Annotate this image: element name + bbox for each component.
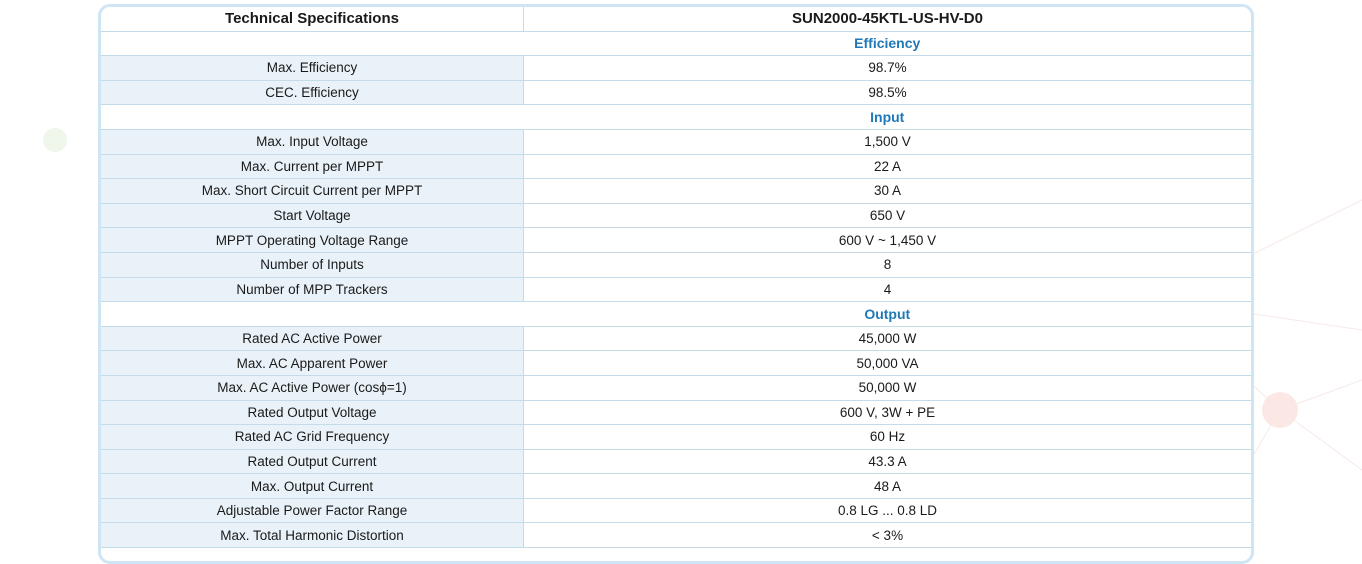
section-title: Efficiency	[523, 31, 1251, 57]
table-row: Max. Efficiency 98.7%	[101, 55, 1251, 81]
spec-label: Start Voltage	[101, 203, 524, 229]
spec-value: 600 V, 3W + PE	[523, 400, 1251, 426]
table-row: Max. Current per MPPT 22 A	[101, 154, 1251, 180]
spec-value: 50,000 VA	[523, 350, 1251, 376]
spec-value: < 3%	[523, 522, 1251, 549]
spec-value: 45,000 W	[523, 326, 1251, 352]
table-row: Max. Total Harmonic Distortion < 3%	[101, 522, 1251, 549]
table-row: Number of Inputs 8	[101, 252, 1251, 278]
spec-value: 4	[523, 277, 1251, 303]
spec-label: Max. Output Current	[101, 473, 524, 499]
spec-label: Max. Efficiency	[101, 55, 524, 81]
table-row: Max. Input Voltage 1,500 V	[101, 129, 1251, 155]
spec-label: Max. Short Circuit Current per MPPT	[101, 178, 524, 204]
section-spacer-cell	[101, 31, 524, 57]
spec-label: Max. Total Harmonic Distortion	[101, 522, 524, 549]
spec-table-container: Technical Specifications SUN2000-45KTL-U…	[98, 4, 1254, 564]
table-row: Rated Output Current 43.3 A	[101, 449, 1251, 475]
spec-label: Adjustable Power Factor Range	[101, 498, 524, 524]
table-row: MPPT Operating Voltage Range 600 V ~ 1,45…	[101, 227, 1251, 253]
spec-value: 22 A	[523, 154, 1251, 180]
spec-label: Number of MPP Trackers	[101, 277, 524, 303]
table-row: Number of MPP Trackers 4	[101, 277, 1251, 303]
table-row: Max. Short Circuit Current per MPPT 30 A	[101, 178, 1251, 204]
spec-value: 1,500 V	[523, 129, 1251, 155]
spec-label: Rated Output Current	[101, 449, 524, 475]
spec-label: Max. Current per MPPT	[101, 154, 524, 180]
spec-value: 50,000 W	[523, 375, 1251, 401]
section-spacer-cell	[101, 104, 524, 130]
spec-label: Rated Output Voltage	[101, 400, 524, 426]
section-title: Output	[523, 301, 1251, 327]
section-header-row: Input	[101, 104, 1251, 130]
spec-label: CEC. Efficiency	[101, 80, 524, 106]
spec-label: Max. AC Apparent Power	[101, 350, 524, 376]
spec-value: 48 A	[523, 473, 1251, 499]
spec-value: 98.5%	[523, 80, 1251, 106]
table-row: Max. AC Active Power (cosϕ=1) 50,000 W	[101, 375, 1251, 401]
spec-label: Rated AC Grid Frequency	[101, 424, 524, 450]
table-header-row: Technical Specifications SUN2000-45KTL-U…	[101, 7, 1251, 32]
header-model-cell: SUN2000-45KTL-US-HV-D0	[523, 7, 1251, 32]
section-header-row: Efficiency	[101, 31, 1251, 57]
spec-value: 650 V	[523, 203, 1251, 229]
header-label-cell: Technical Specifications	[101, 7, 524, 32]
spec-value: 43.3 A	[523, 449, 1251, 475]
section-title: Input	[523, 104, 1251, 130]
spec-label: MPPT Operating Voltage Range	[101, 227, 524, 253]
table-row: Rated AC Active Power 45,000 W	[101, 326, 1251, 352]
spec-value: 98.7%	[523, 55, 1251, 81]
table-row: Rated Output Voltage 600 V, 3W + PE	[101, 400, 1251, 426]
spec-label: Rated AC Active Power	[101, 326, 524, 352]
spec-label: Max. Input Voltage	[101, 129, 524, 155]
section-spacer-cell	[101, 301, 524, 327]
table-row: Max. Output Current 48 A	[101, 473, 1251, 499]
table-row: CEC. Efficiency 98.5%	[101, 80, 1251, 106]
table-row: Max. AC Apparent Power 50,000 VA	[101, 350, 1251, 376]
table-row: Start Voltage 650 V	[101, 203, 1251, 229]
section-header-row: Output	[101, 301, 1251, 327]
table-row: Rated AC Grid Frequency 60 Hz	[101, 424, 1251, 450]
spec-table: Technical Specifications SUN2000-45KTL-U…	[101, 7, 1251, 549]
spec-value: 60 Hz	[523, 424, 1251, 450]
spec-label: Max. AC Active Power (cosϕ=1)	[101, 375, 524, 401]
spec-value: 0.8 LG ... 0.8 LD	[523, 498, 1251, 524]
spec-value: 8	[523, 252, 1251, 278]
spec-label: Number of Inputs	[101, 252, 524, 278]
spec-value: 30 A	[523, 178, 1251, 204]
spec-value: 600 V ~ 1,450 V	[523, 227, 1251, 253]
table-row: Adjustable Power Factor Range 0.8 LG ... …	[101, 498, 1251, 524]
